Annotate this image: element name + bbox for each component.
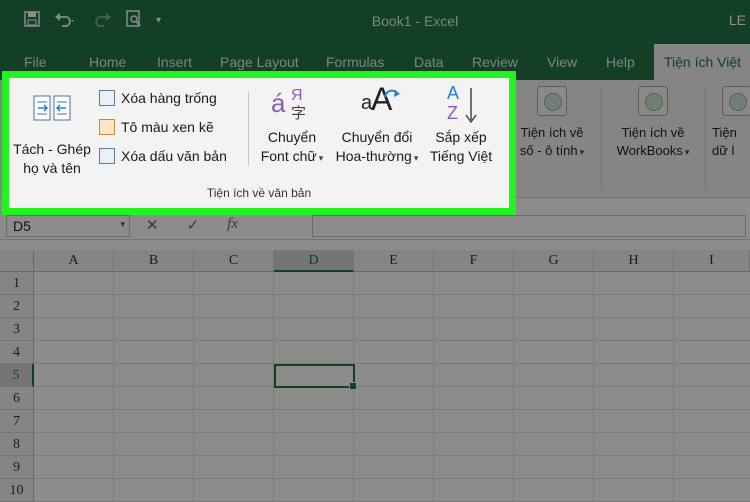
ribbon-separator — [705, 88, 706, 188]
remove-blank-rows-button[interactable]: Xóa hàng trống — [99, 90, 217, 106]
row-header-10[interactable]: 10 — [0, 479, 34, 502]
workbooks-tools-label-2: WorkBooks ▾ — [616, 143, 690, 158]
workbooks-tools-icon — [638, 86, 668, 116]
tab-help[interactable]: Help — [606, 54, 635, 70]
user-name[interactable]: LE — [729, 12, 746, 28]
split-merge-name-button[interactable]: Tách - Ghép họ và tên — [11, 94, 93, 178]
convert-font-label-2: Font chữ ▾ — [260, 148, 324, 164]
tab-data[interactable]: Data — [414, 54, 444, 70]
alternate-color-icon — [99, 119, 115, 135]
tab-formulas[interactable]: Formulas — [326, 54, 384, 70]
row-header-4[interactable]: 4 — [0, 341, 34, 364]
alternate-color-button[interactable]: Tô màu xen kẽ — [99, 119, 214, 135]
remove-blank-rows-label: Xóa hàng trống — [121, 90, 217, 106]
data-tools-label-2: dữ l — [712, 143, 735, 158]
tab-home[interactable]: Home — [89, 54, 126, 70]
cells-area[interactable] — [34, 272, 750, 502]
split-merge-label-1: Tách - Ghép — [13, 141, 91, 157]
row-header-8[interactable]: 8 — [0, 433, 34, 456]
convert-case-label-1: Chuyển đổi — [341, 129, 413, 145]
number-cell-tools-label-1: Tiện ích về — [520, 125, 584, 140]
remove-diacritics-button[interactable]: Xóa dấu văn bản — [99, 148, 227, 164]
column-header-i[interactable]: I — [674, 250, 750, 272]
remove-rows-icon — [99, 90, 115, 106]
sort-vietnamese-label-2: Tiếng Việt — [429, 148, 493, 164]
column-header-h[interactable]: H — [594, 250, 674, 272]
sort-vietnamese-label-1: Sắp xếp — [435, 129, 487, 145]
convert-font-label-1: Chuyển — [267, 129, 317, 145]
alternate-color-label: Tô màu xen kẽ — [121, 119, 214, 135]
name-box[interactable]: D5 ▾ — [6, 215, 130, 237]
tab-insert[interactable]: Insert — [157, 54, 192, 70]
column-header-c[interactable]: C — [194, 250, 274, 272]
tab-page-layout[interactable]: Page Layout — [220, 54, 299, 70]
row-header-6[interactable]: 6 — [0, 387, 34, 410]
data-tools-icon — [722, 86, 750, 116]
column-header-b[interactable]: B — [114, 250, 194, 272]
split-merge-icon — [11, 94, 93, 126]
sort-vietnamese-button[interactable]: A Z Sắp xếp Tiếng Việt — [425, 84, 497, 166]
workbooks-tools-button[interactable]: Tiện ích về WorkBooks ▾ — [606, 86, 700, 161]
title-bar: ▾ Book1 - Excel LE — [0, 0, 750, 44]
workbooks-tools-label-1: Tiện ích về — [621, 125, 685, 140]
window-title: Book1 - Excel — [371, 13, 459, 29]
number-cell-tools-label-2: số - ô tính ▾ — [519, 143, 585, 158]
tab-file[interactable]: File — [24, 54, 47, 70]
split-merge-label-2: họ và tên — [23, 160, 81, 176]
highlight-frame: Tách - Ghép họ và tên Xóa hàng trống Tô … — [2, 71, 516, 215]
tab-review[interactable]: Review — [472, 54, 518, 70]
group-label: Tiện ích về văn bản — [206, 186, 312, 200]
enter-icon[interactable]: ✓ — [187, 216, 200, 234]
worksheet-grid: ABCDEFGHI 1 2 3 4 5 6 7 8 9 10 — [0, 250, 750, 502]
tab-view[interactable]: View — [547, 54, 577, 70]
row-header-7[interactable]: 7 — [0, 410, 34, 433]
row-header-1[interactable]: 1 — [0, 272, 34, 295]
column-header-d[interactable]: D — [274, 250, 354, 272]
convert-font-button[interactable]: á Я 字 Chuyển Font chữ ▾ — [255, 84, 329, 168]
convert-case-label-2: Hoa-thường ▾ — [335, 148, 419, 164]
formula-input[interactable] — [312, 215, 746, 237]
data-tools-button[interactable]: Tiện dữ l — [712, 86, 750, 160]
number-cell-tools-button[interactable]: Tiện ích về số - ô tính ▾ — [512, 86, 592, 161]
row-header-3[interactable]: 3 — [0, 318, 34, 341]
group-separator — [248, 92, 249, 166]
row-header-2[interactable]: 2 — [0, 295, 34, 318]
column-header-g[interactable]: G — [514, 250, 594, 272]
formula-buttons: ✕ ✓ fx — [146, 216, 238, 234]
name-box-dropdown-icon[interactable]: ▾ — [120, 219, 125, 230]
row-header-5[interactable]: 5 — [0, 364, 34, 387]
row-header-9[interactable]: 9 — [0, 456, 34, 479]
tab-tien-ich-viet[interactable]: Tiện ích Việt — [654, 44, 750, 80]
insert-function-icon[interactable]: fx — [227, 216, 238, 234]
data-tools-label-1: Tiện — [712, 125, 737, 140]
convert-case-icon: a A — [331, 83, 423, 128]
sort-az-icon: A Z — [425, 84, 497, 128]
text-tools-group: Tách - Ghép họ và tên Xóa hàng trống Tô … — [9, 78, 509, 208]
convert-font-icon: á Я 字 — [271, 87, 307, 122]
cancel-icon[interactable]: ✕ — [146, 216, 159, 234]
remove-diacritics-label: Xóa dấu văn bản — [121, 148, 227, 164]
column-header-e[interactable]: E — [354, 250, 434, 272]
convert-case-button[interactable]: a A Chuyển đổi Hoa-thường ▾ — [331, 83, 423, 168]
formula-bar: D5 ▾ ✕ ✓ fx — [0, 212, 750, 240]
column-header-a[interactable]: A — [34, 250, 114, 272]
number-cell-tools-icon — [537, 86, 567, 116]
excel-window: ▾ Book1 - Excel LE File Home Insert Page… — [0, 0, 750, 502]
active-cell-d5[interactable] — [274, 364, 357, 390]
select-all-corner[interactable] — [0, 250, 34, 272]
ribbon-separator — [601, 88, 602, 188]
column-header-f[interactable]: F — [434, 250, 514, 272]
remove-diacritics-icon — [99, 148, 115, 164]
